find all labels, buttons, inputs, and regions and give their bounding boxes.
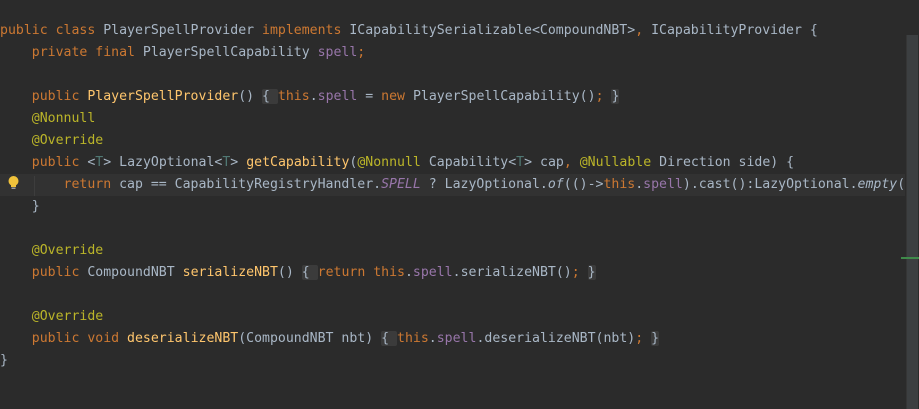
code-token: , — [563, 155, 580, 170]
code-token: T — [516, 155, 525, 170]
code-line[interactable]: public class PlayerSpellProvider impleme… — [0, 20, 905, 42]
code-line[interactable]: public PlayerSpellProvider() { this.spel… — [0, 86, 905, 108]
code-token: ; — [357, 45, 366, 60]
code-line[interactable]: public CompoundNBT serializeNBT() { retu… — [0, 262, 905, 284]
folded-block-marker[interactable]: } — [651, 331, 660, 346]
code-token: . — [428, 331, 437, 346]
code-token: spell — [436, 331, 477, 346]
code-token: @Override — [0, 243, 104, 258]
code-token: ; — [595, 89, 604, 104]
code-token: Capability< — [428, 155, 517, 170]
code-token: . — [404, 265, 413, 280]
code-token: new — [381, 89, 413, 104]
code-token: empty — [857, 177, 898, 192]
code-token: } — [0, 353, 8, 368]
code-token: = — [357, 89, 382, 104]
code-token: PlayerSpellProvider — [103, 23, 263, 38]
code-token: @Override — [0, 309, 104, 324]
code-token: getCapability — [246, 155, 350, 170]
code-line[interactable]: public void deserializeNBT(CompoundNBT n… — [0, 328, 905, 350]
code-token: public — [0, 265, 88, 280]
folded-block-marker[interactable]: { — [262, 89, 278, 104]
code-line[interactable]: @Override — [0, 306, 905, 328]
code-token: @Nullable — [579, 155, 660, 170]
folded-block-marker[interactable]: { — [381, 331, 398, 346]
code-line[interactable]: @Override — [0, 130, 905, 152]
code-token: (CompoundNBT nbt) — [238, 331, 382, 346]
code-token: .deserializeNBT(nbt) — [476, 331, 636, 346]
folded-block-marker[interactable]: { — [301, 265, 318, 280]
code-line[interactable]: @Override — [0, 240, 905, 262]
code-token: > LazyOptional< — [103, 155, 223, 170]
code-token: ; — [635, 331, 644, 346]
code-token: CompoundNBT — [87, 265, 183, 280]
code-line[interactable]: } — [0, 196, 905, 218]
code-token: cap == CapabilityRegistryHandler. — [119, 177, 382, 192]
code-token: this — [603, 177, 636, 192]
code-token: this — [277, 89, 310, 104]
code-token: .serializeNBT() — [452, 265, 572, 280]
code-token: ICapabilitySerializable<CompoundNBT> — [349, 23, 636, 38]
code-token: SPELL — [381, 177, 421, 192]
code-line[interactable] — [0, 218, 905, 240]
folded-block-marker[interactable]: } — [611, 89, 620, 104]
code-token: } — [0, 199, 40, 214]
code-token: PlayerSpellCapability() — [412, 89, 596, 104]
change-marker[interactable] — [901, 257, 919, 259]
lightbulb-icon[interactable] — [7, 175, 20, 191]
code-line[interactable] — [0, 284, 905, 306]
code-token: (()-> — [563, 177, 604, 192]
code-line[interactable] — [0, 64, 905, 86]
code-token: implements — [262, 23, 350, 38]
code-editor[interactable]: public class PlayerSpellProvider impleme… — [0, 0, 913, 409]
code-token: public — [0, 155, 88, 170]
vertical-scrollbar-thumb[interactable] — [906, 35, 918, 409]
code-token: serializeNBT — [182, 265, 278, 280]
code-token: @Nonnull — [357, 155, 429, 170]
code-token: spell — [412, 265, 453, 280]
code-token: public — [0, 89, 88, 104]
code-token: PlayerSpellCapability — [142, 45, 318, 60]
code-token: public void — [0, 331, 128, 346]
code-token: this — [397, 331, 429, 346]
code-token: spell — [317, 45, 358, 60]
code-line[interactable]: @Nonnull — [0, 108, 905, 130]
code-line[interactable]: return cap == CapabilityRegistryHandler.… — [0, 174, 913, 196]
code-token: ICapabilityProvider { — [651, 23, 818, 38]
code-token: spell — [317, 89, 358, 104]
code-token: deserializeNBT — [127, 331, 239, 346]
code-token: ; — [571, 265, 580, 280]
code-token: return this — [317, 265, 405, 280]
code-line[interactable]: private final PlayerSpellCapability spel… — [0, 42, 905, 64]
code-token: Direction side) { — [659, 155, 795, 170]
code-token: @Nonnull — [0, 111, 96, 126]
code-token: ? LazyOptional. — [420, 177, 548, 192]
folded-block-marker[interactable]: } — [587, 265, 596, 280]
code-token: of — [547, 177, 564, 192]
code-token: , — [635, 23, 652, 38]
code-token: PlayerSpellProvider — [87, 89, 239, 104]
code-token: spell — [643, 177, 683, 192]
code-token: () — [277, 265, 302, 280]
code-token: public class — [0, 23, 104, 38]
code-line[interactable]: } — [0, 350, 905, 372]
code-token: . — [309, 89, 318, 104]
code-token: . — [635, 177, 644, 192]
code-token: > cap — [524, 155, 564, 170]
code-token: > — [230, 155, 247, 170]
code-line[interactable]: public <T> LazyOptional<T> getCapability… — [0, 152, 905, 174]
code-token: @Override — [0, 133, 104, 148]
code-token: private final — [0, 45, 143, 60]
code-token: () — [238, 89, 263, 104]
code-token: ).cast():LazyOptional. — [682, 177, 858, 192]
indent-guide — [34, 176, 35, 196]
